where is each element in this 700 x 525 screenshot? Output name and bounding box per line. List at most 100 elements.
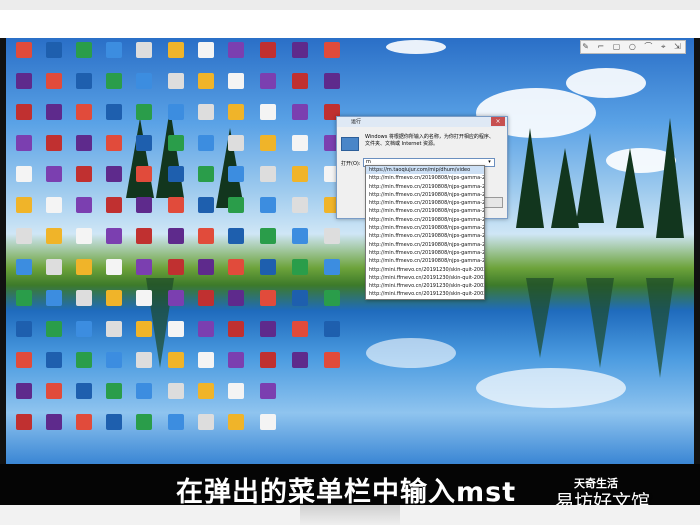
- desktop-shortcut-icon[interactable]: [162, 352, 190, 382]
- desktop-shortcut-icon[interactable]: [40, 290, 68, 320]
- desktop-shortcut-icon[interactable]: [318, 259, 346, 289]
- desktop-shortcut-icon[interactable]: [70, 290, 98, 320]
- desktop-shortcut-icon[interactable]: [130, 42, 158, 72]
- desktop-shortcut-icon[interactable]: [222, 352, 250, 382]
- desktop-shortcut-icon[interactable]: [10, 135, 38, 165]
- desktop-shortcut-icon[interactable]: [318, 352, 346, 382]
- desktop-shortcut-icon[interactable]: [10, 197, 38, 227]
- desktop-shortcut-icon[interactable]: [192, 166, 220, 196]
- autocomplete-item[interactable]: http://min.ffmevo.cn/20190808/njps-gamma…: [366, 174, 484, 182]
- desktop-shortcut-icon[interactable]: [222, 73, 250, 103]
- desktop-shortcut-icon[interactable]: [222, 290, 250, 320]
- desktop-shortcut-icon[interactable]: [40, 321, 68, 351]
- desktop-shortcut-icon[interactable]: [162, 383, 190, 413]
- desktop-shortcut-icon[interactable]: [10, 290, 38, 320]
- desktop-shortcut-icon[interactable]: [192, 104, 220, 134]
- desktop-shortcut-icon[interactable]: [318, 73, 346, 103]
- autocomplete-item[interactable]: http://min.ffmevo.cn/20190808/njps-gamma…: [366, 232, 484, 240]
- autocomplete-item[interactable]: http://min.ffmevo.cn/20190808/njps-gamma…: [366, 241, 484, 249]
- desktop-shortcut-icon[interactable]: [254, 228, 282, 258]
- desktop-shortcut-icon[interactable]: [130, 352, 158, 382]
- desktop-shortcut-icon[interactable]: [286, 228, 314, 258]
- desktop-shortcut-icon[interactable]: [192, 73, 220, 103]
- desktop-shortcut-icon[interactable]: [100, 166, 128, 196]
- desktop-shortcut-icon[interactable]: [10, 414, 38, 444]
- desktop-shortcut-icon[interactable]: [40, 104, 68, 134]
- desktop-shortcut-icon[interactable]: [162, 259, 190, 289]
- autocomplete-item[interactable]: http://mini.ffmevo.cn/20191230/skin-quit…: [366, 266, 484, 274]
- desktop-shortcut-icon[interactable]: [192, 197, 220, 227]
- desktop-shortcut-icon[interactable]: [318, 228, 346, 258]
- desktop-shortcut-icon[interactable]: [100, 135, 128, 165]
- desktop-shortcut-icon[interactable]: [40, 383, 68, 413]
- desktop-shortcut-icon[interactable]: [10, 321, 38, 351]
- desktop-shortcut-icon[interactable]: [10, 104, 38, 134]
- desktop-shortcut-icon[interactable]: [70, 259, 98, 289]
- autocomplete-item[interactable]: http://min.ffmevo.cn/20190808/njps-gamma…: [366, 224, 484, 232]
- desktop-shortcut-icon[interactable]: [10, 352, 38, 382]
- desktop-shortcut-icon[interactable]: [192, 321, 220, 351]
- desktop-shortcut-icon[interactable]: [286, 259, 314, 289]
- desktop-shortcut-icon[interactable]: [286, 290, 314, 320]
- desktop-shortcut-icon[interactable]: [100, 352, 128, 382]
- desktop-shortcut-icon[interactable]: [100, 321, 128, 351]
- desktop-shortcut-icon[interactable]: [254, 197, 282, 227]
- desktop-shortcut-icon[interactable]: [130, 197, 158, 227]
- desktop-shortcut-icon[interactable]: [70, 228, 98, 258]
- desktop-shortcut-icon[interactable]: [222, 197, 250, 227]
- desktop-shortcut-icon[interactable]: [10, 383, 38, 413]
- desktop-shortcut-icon[interactable]: [100, 42, 128, 72]
- desktop-shortcut-icon[interactable]: [130, 166, 158, 196]
- desktop-shortcut-icon[interactable]: [254, 352, 282, 382]
- desktop-shortcut-icon[interactable]: [130, 383, 158, 413]
- desktop-shortcut-icon[interactable]: [222, 135, 250, 165]
- desktop-shortcut-icon[interactable]: [130, 414, 158, 444]
- desktop-shortcut-icon[interactable]: [100, 104, 128, 134]
- autocomplete-item[interactable]: http://mini.ffmevo.cn/20191230/skin-quit…: [366, 274, 484, 282]
- desktop-shortcut-icon[interactable]: [222, 259, 250, 289]
- desktop-shortcut-icon[interactable]: [222, 228, 250, 258]
- desktop-shortcut-icon[interactable]: [10, 166, 38, 196]
- desktop-shortcut-icon[interactable]: [254, 290, 282, 320]
- desktop-shortcut-icon[interactable]: [100, 383, 128, 413]
- desktop-shortcut-icon[interactable]: [192, 414, 220, 444]
- autocomplete-item[interactable]: http://mini.ffmevo.cn/20191230/skin-quit…: [366, 290, 484, 298]
- desktop-shortcut-icon[interactable]: [70, 414, 98, 444]
- desktop-shortcut-icon[interactable]: [162, 290, 190, 320]
- desktop-shortcut-icon[interactable]: [254, 166, 282, 196]
- desktop-shortcut-icon[interactable]: [40, 228, 68, 258]
- run-dialog-titlebar[interactable]: 运行 ×: [337, 117, 507, 127]
- desktop-shortcut-icon[interactable]: [100, 259, 128, 289]
- desktop-shortcut-icon[interactable]: [192, 352, 220, 382]
- desktop-shortcut-icon[interactable]: [254, 414, 282, 444]
- desktop-shortcut-icon[interactable]: [10, 73, 38, 103]
- desktop-shortcut-icon[interactable]: [192, 290, 220, 320]
- autocomplete-item[interactable]: http://min.ffmevo.cn/20190808/njps-gamma…: [366, 257, 484, 265]
- desktop-shortcut-icon[interactable]: [40, 166, 68, 196]
- desktop-shortcut-icon[interactable]: [192, 259, 220, 289]
- desktop-shortcut-icon[interactable]: [286, 42, 314, 72]
- desktop-shortcut-icon[interactable]: [70, 166, 98, 196]
- autocomplete-item[interactable]: https://m.taoqiujur.com/mip/dhum/video: [366, 166, 484, 175]
- desktop-shortcut-icon[interactable]: [192, 228, 220, 258]
- autocomplete-item[interactable]: http://min.ffmevo.cn/20190808/njps-gamma…: [366, 249, 484, 257]
- desktop-shortcut-icon[interactable]: [222, 414, 250, 444]
- desktop-shortcut-icon[interactable]: [286, 104, 314, 134]
- autocomplete-item[interactable]: http://min.ffmevo.cn/20190808/njps-gamma…: [366, 191, 484, 199]
- desktop-shortcut-icon[interactable]: [162, 197, 190, 227]
- desktop-shortcut-icon[interactable]: [222, 42, 250, 72]
- desktop-shortcut-icon[interactable]: [162, 73, 190, 103]
- desktop-shortcut-icon[interactable]: [10, 259, 38, 289]
- desktop-shortcut-icon[interactable]: [70, 383, 98, 413]
- desktop-shortcut-icon[interactable]: [162, 414, 190, 444]
- close-icon[interactable]: ×: [491, 117, 505, 126]
- desktop-shortcut-icon[interactable]: [162, 228, 190, 258]
- desktop-shortcut-icon[interactable]: [130, 73, 158, 103]
- chevron-down-icon[interactable]: ▾: [486, 159, 493, 166]
- desktop-shortcut-icon[interactable]: [222, 383, 250, 413]
- desktop-shortcut-icon[interactable]: [192, 42, 220, 72]
- desktop-shortcut-icon[interactable]: [40, 352, 68, 382]
- desktop-shortcut-icon[interactable]: [286, 166, 314, 196]
- desktop-shortcut-icon[interactable]: [192, 383, 220, 413]
- desktop-shortcut-icon[interactable]: [254, 104, 282, 134]
